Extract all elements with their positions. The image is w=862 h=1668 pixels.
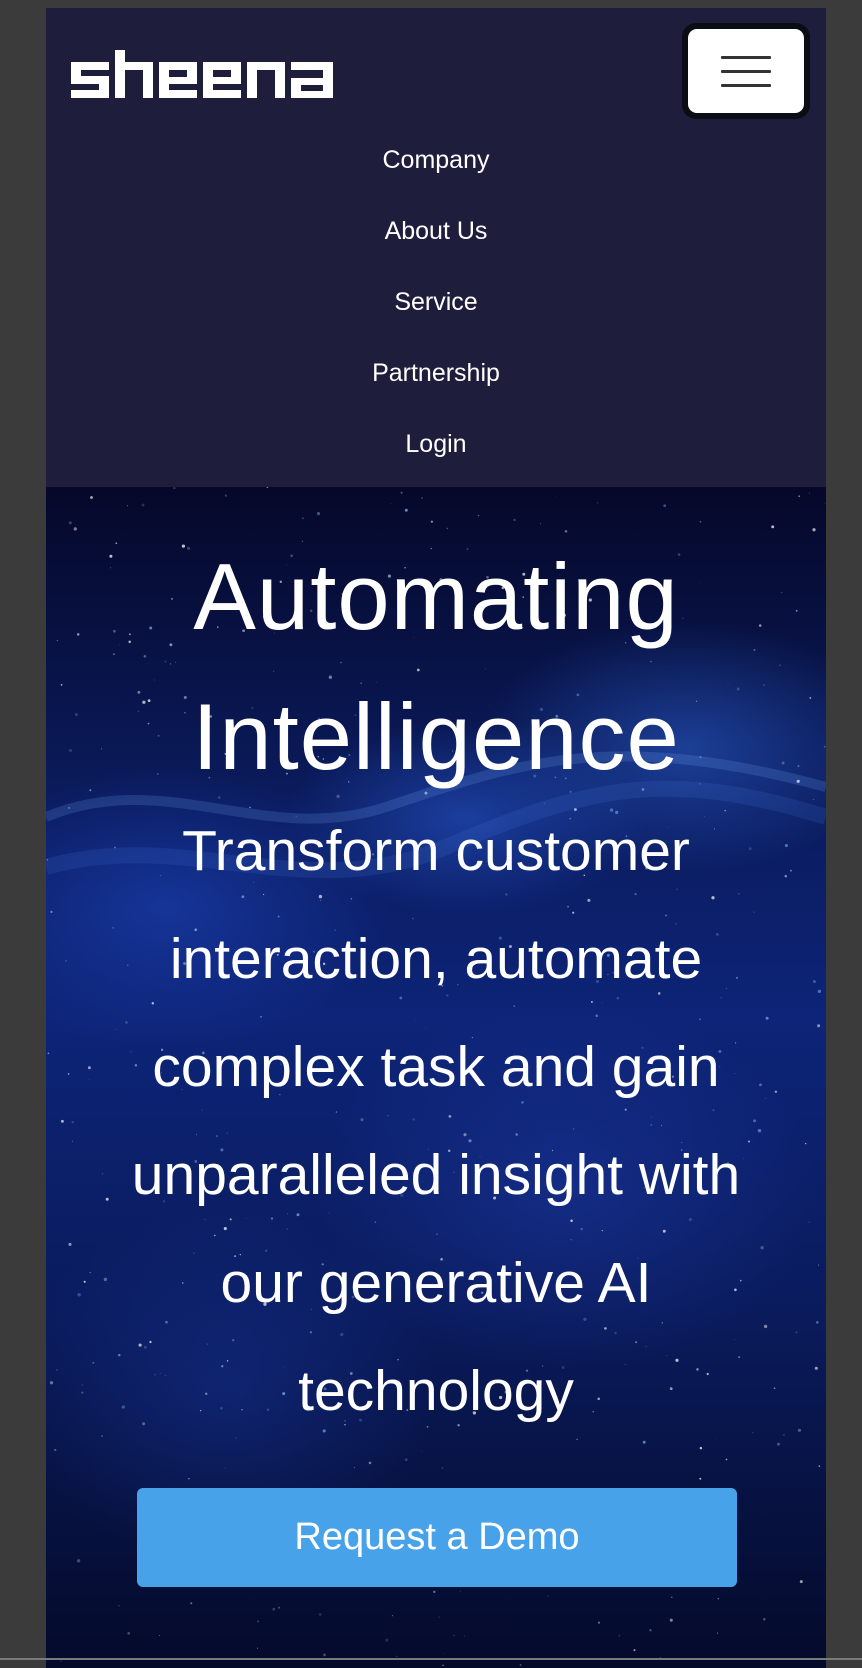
hero-section: Automating Intelligence Transform custom… [46,487,826,1668]
nav-menu: Company About Us Service Partnership Log… [46,144,826,499]
hero-title: Automating Intelligence [46,527,826,807]
hamburger-line [721,69,771,73]
hero-subtitle: Transform customer interaction, automate… [131,819,741,1423]
hero-title-line-1: Automating [193,544,679,649]
sheena-logo[interactable] [69,48,339,104]
site-header: Company About Us Service Partnership Log… [46,8,826,488]
nav-item-company[interactable]: Company [46,144,826,215]
request-demo-button[interactable]: Request a Demo [137,1488,737,1587]
bottom-divider [0,1658,862,1660]
hamburger-menu-icon [688,29,804,113]
nav-item-about-us[interactable]: About Us [46,215,826,286]
hamburger-line [721,55,771,59]
nav-item-partnership[interactable]: Partnership [46,357,826,428]
hamburger-line [721,83,771,87]
hero-title-line-2: Intelligence [192,684,680,789]
nav-item-service[interactable]: Service [46,286,826,357]
menu-toggle-button[interactable] [682,23,810,119]
page-frame: Company About Us Service Partnership Log… [46,8,826,1668]
